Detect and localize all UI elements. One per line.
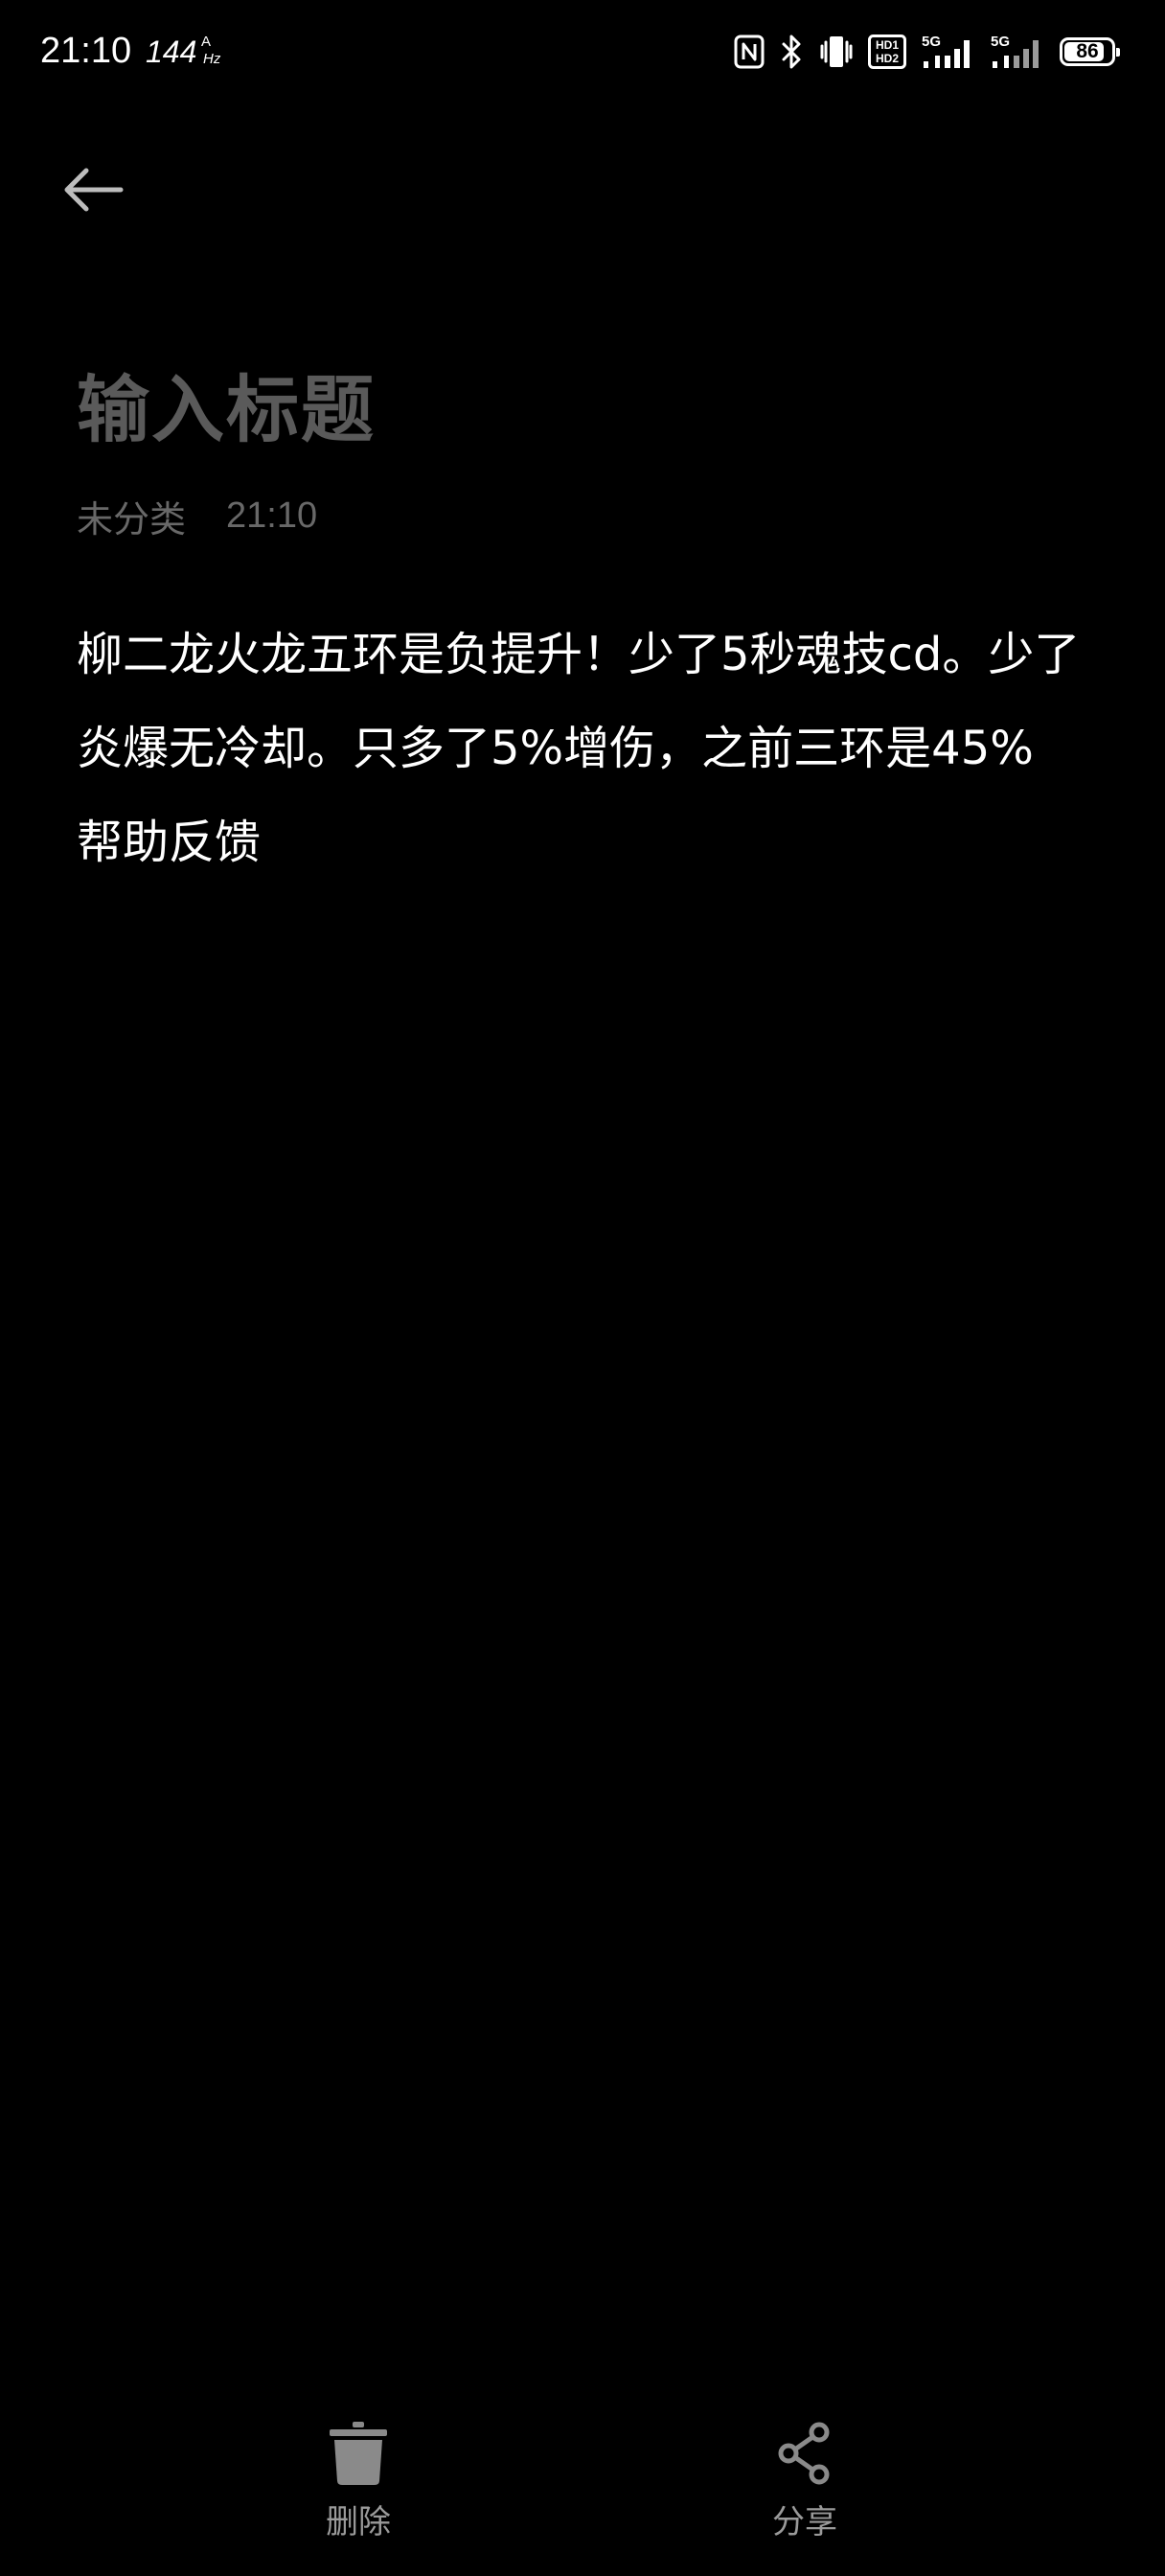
share-button[interactable]: 分享 [699, 2415, 910, 2543]
battery-icon: 86 [1060, 37, 1120, 66]
hd-label-2: HD2 [876, 52, 899, 65]
share-icon [778, 2422, 830, 2485]
refresh-rate-unit: Hz [203, 51, 221, 67]
trash-icon [330, 2422, 387, 2485]
vibrate-icon [820, 36, 853, 67]
network-type-1: 5G [922, 34, 941, 50]
note-body-line: 柳二龙火龙五环是负提升！少了5秒魂技cd。少了 [77, 628, 1081, 681]
status-bar: 21:10 144 A Hz HD1 HD2 5G 5G 86 [0, 0, 1165, 104]
arrow-left-icon [64, 168, 124, 212]
network-type-2: 5G [991, 34, 1010, 50]
bottom-action-bar: 删除 分享 [0, 2415, 1165, 2576]
hd-voice-icon: HD1 HD2 [868, 34, 906, 69]
status-icons: HD1 HD2 5G 5G 86 [734, 31, 1120, 73]
signal-5g-icon: 5G [922, 34, 970, 68]
note-body-line: 炎爆无冷却。只多了5%增伤，之前三环是45% [77, 722, 1034, 775]
note-category[interactable]: 未分类 [77, 490, 186, 542]
note-title-input[interactable]: 输入标题 [77, 364, 376, 456]
signal-5g-icon: 5G [991, 34, 1039, 68]
nfc-icon [734, 34, 765, 69]
refresh-rate-mode: A [201, 34, 212, 50]
note-body-editor[interactable]: 柳二龙火龙五环是负提升！少了5秒魂技cd。少了 炎爆无冷却。只多了5%增伤，之前… [77, 608, 1102, 889]
back-button[interactable] [59, 153, 146, 226]
delete-label: 删除 [326, 2503, 391, 2542]
bluetooth-icon [782, 34, 801, 69]
note-meta: 未分类 21:10 [77, 491, 317, 540]
note-body-line: 帮助反馈 [77, 816, 262, 869]
note-time: 21:10 [226, 494, 318, 536]
hd-label-1: HD1 [876, 38, 899, 52]
delete-button[interactable]: 删除 [253, 2415, 464, 2543]
refresh-rate-indicator: 144 A Hz [146, 31, 220, 71]
status-time: 21:10 [40, 31, 132, 71]
refresh-rate-value: 144 [146, 34, 197, 69]
share-label: 分享 [772, 2503, 837, 2542]
battery-level: 86 [1076, 40, 1099, 62]
